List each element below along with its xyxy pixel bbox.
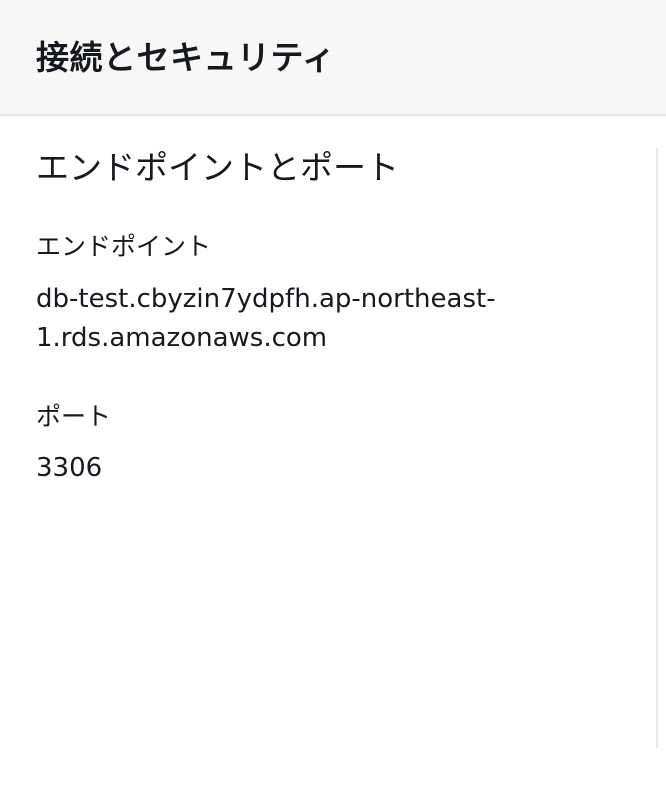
panel-header: 接続とセキュリティ	[0, 0, 666, 116]
endpoint-value-line-1: db-test.cbyzin7ydpfh.ap-northeast-	[36, 284, 496, 314]
port-value: 3306	[36, 453, 103, 483]
endpoint-value-line-2: 1.rds.amazonaws.com	[36, 323, 328, 353]
vertical-divider	[656, 148, 658, 748]
endpoint-label: エンドポイント	[36, 232, 212, 261]
panel-title: 接続とセキュリティ	[36, 38, 336, 77]
port-label: ポート	[36, 402, 112, 431]
section-heading-endpoint-and-port: エンドポイントとポート	[36, 148, 399, 187]
